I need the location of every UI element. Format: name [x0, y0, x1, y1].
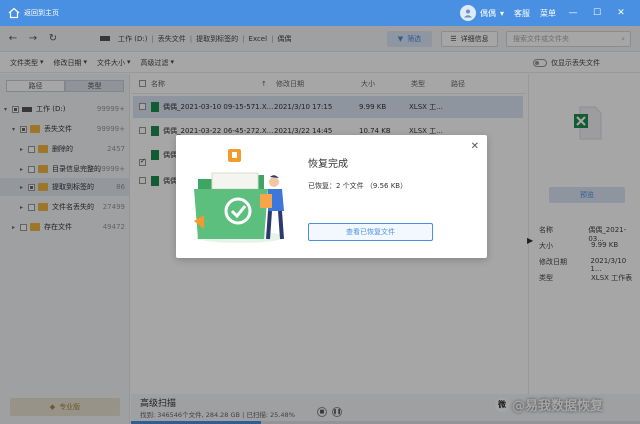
user-name: 偶偶 — [479, 8, 496, 18]
maximize-icon[interactable]: ☐ — [590, 8, 604, 18]
close-icon[interactable]: ✕ — [471, 141, 479, 152]
dialog-message: 已恢复：2 个文件 （9.56 KB） — [308, 182, 408, 190]
close-icon[interactable]: ✕ — [614, 8, 628, 18]
view-recovered-files-button[interactable]: 查看已恢复文件 — [308, 223, 433, 241]
minimize-icon[interactable]: — — [566, 8, 580, 18]
recovery-complete-dialog: ✕ 恢复完成 已恢复：2 个文件 （9.56 KB） 查看已恢复文件 — [176, 135, 487, 258]
avatar — [459, 5, 476, 21]
title-bar: 返回到主页 偶偶 ▾ 客服 菜单 — ☐ ✕ — [0, 0, 640, 26]
recovery-illustration-icon — [194, 149, 284, 243]
user-menu[interactable]: 偶偶 ▾ — [459, 5, 504, 21]
menu-link[interactable]: 菜单 — [540, 8, 556, 19]
chevron-down-icon: ▾ — [499, 8, 504, 18]
home-button[interactable]: 返回到主页 — [8, 7, 59, 19]
support-link[interactable]: 客服 — [514, 8, 530, 19]
home-label: 返回到主页 — [24, 9, 59, 17]
dialog-title: 恢复完成 — [308, 159, 348, 170]
user-icon — [463, 9, 472, 18]
home-icon — [8, 7, 20, 19]
